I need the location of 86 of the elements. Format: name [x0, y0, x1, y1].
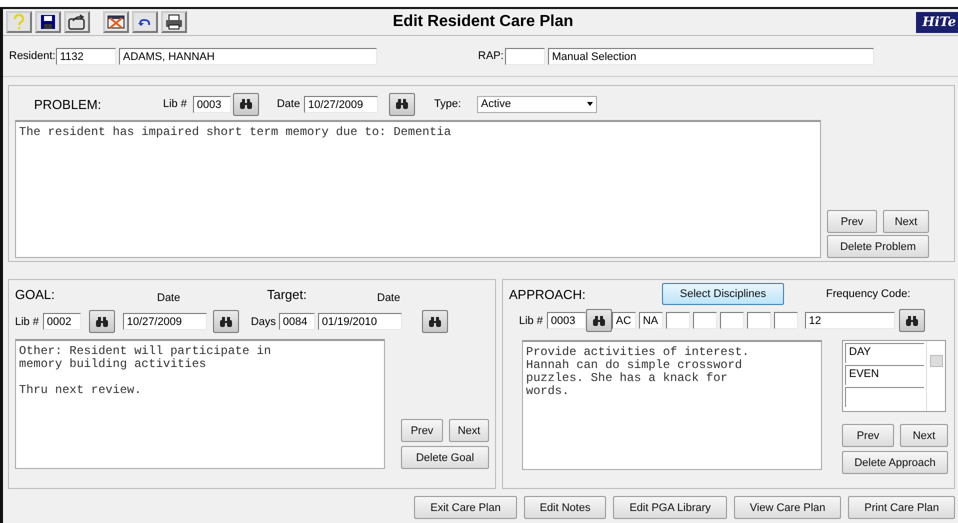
date-field[interactable]: 10/27/2009: [304, 96, 378, 112]
approach-text-area[interactable]: Provide activities of interest. Hannah can do simple crossword puzzles. She has a knack for words.: [522, 340, 822, 470]
footer-button[interactable]: Edit Notes: [524, 496, 606, 519]
next-button[interactable]: Next: [449, 419, 489, 442]
scrollbar-thumb[interactable]: [930, 355, 943, 367]
binoculars-icon: [238, 99, 253, 109]
discipline-field[interactable]: [774, 312, 798, 329]
undo-icon: [138, 17, 152, 27]
type-dropdown[interactable]: Active: [477, 96, 598, 112]
next-button[interactable]: Next: [900, 424, 948, 447]
select-disciplines-button[interactable]: Select Disciplines: [662, 283, 784, 305]
discipline-field[interactable]: [666, 312, 690, 329]
save-icon: [41, 15, 55, 29]
rap-selection-field[interactable]: Manual Selection: [548, 48, 874, 64]
discipline-field[interactable]: [692, 312, 717, 329]
field-label: Lib #: [519, 314, 543, 326]
frequency-item[interactable]: EVEN: [845, 365, 924, 385]
binoculars-button[interactable]: [389, 92, 416, 116]
help-icon: [12, 14, 26, 30]
binoculars-icon: [94, 316, 109, 326]
field-label: Frequency Code:: [826, 288, 910, 300]
binoculars-icon: [592, 316, 606, 326]
field-label: Lib #: [15, 316, 39, 328]
rap-code-field[interactable]: [505, 48, 545, 64]
delete-approach-button[interactable]: Delete Approach: [842, 451, 948, 474]
binoculars-button[interactable]: [422, 310, 448, 333]
print-button[interactable]: [161, 11, 187, 33]
footer-button[interactable]: View Care Plan: [734, 496, 842, 519]
binoculars-button[interactable]: [586, 309, 612, 332]
target-days-field[interactable]: 0084: [278, 313, 315, 330]
binoculars-button[interactable]: [898, 309, 925, 332]
field-label: Lib #: [163, 98, 187, 110]
footer-button[interactable]: Edit PGA Library: [613, 496, 727, 519]
binoculars-icon: [428, 316, 442, 326]
footer-button[interactable]: Exit Care Plan: [414, 496, 517, 519]
clear-button[interactable]: [103, 11, 129, 33]
company-logo: HiTe: [916, 12, 958, 32]
exit-icon: [68, 14, 86, 30]
binoculars-button[interactable]: [232, 92, 259, 116]
discipline-field[interactable]: [720, 312, 744, 329]
field-label: RAP:: [478, 50, 505, 62]
column-heading: Date: [377, 291, 400, 304]
library-number-field[interactable]: 0003: [546, 312, 586, 329]
problem-text-area[interactable]: The resident has impaired short term memory due to: Dementia: [15, 120, 821, 258]
next-button[interactable]: Next: [883, 210, 929, 233]
prev-button[interactable]: Prev: [842, 424, 894, 447]
field-label: Date: [276, 98, 300, 110]
column-heading: Date: [157, 291, 182, 304]
field-label: Type:: [434, 98, 462, 110]
section-heading: GOAL:: [15, 286, 56, 302]
library-number-field[interactable]: 0002: [42, 313, 81, 330]
frequency-item[interactable]: DAY: [845, 343, 924, 363]
discipline-field[interactable]: NA: [638, 312, 663, 329]
target-date-field[interactable]: 01/19/2010: [318, 313, 402, 330]
window-title: Edit Resident Care Plan: [392, 13, 574, 31]
save-button[interactable]: [35, 11, 61, 33]
footer-button[interactable]: Print Care Plan: [848, 496, 955, 519]
printer-icon: [165, 14, 183, 30]
undo-button[interactable]: [132, 11, 158, 33]
section-heading: APPROACH:: [509, 286, 587, 302]
dropdown-arrow-icon: [587, 102, 594, 106]
resident-id-field[interactable]: 1132: [56, 48, 116, 64]
binoculars-button[interactable]: [88, 310, 115, 333]
goal-text-area[interactable]: Other: Resident will participate in memory building activities Thru next review.: [15, 339, 385, 469]
delete-goal-button[interactable]: Delete Goal: [401, 446, 489, 469]
field-label: Days: [250, 316, 276, 328]
prev-button[interactable]: Prev: [401, 419, 443, 442]
frequency-item[interactable]: [845, 387, 924, 407]
binoculars-icon: [904, 316, 919, 326]
frequency-list[interactable]: DAY EVEN: [842, 340, 946, 412]
library-number-field[interactable]: 0003: [192, 96, 231, 112]
section-heading: Target:: [267, 286, 308, 302]
discipline-field[interactable]: [746, 312, 771, 329]
exit-button[interactable]: [64, 11, 90, 33]
binoculars-icon: [218, 316, 233, 326]
binoculars-button[interactable]: [212, 310, 239, 333]
binoculars-icon: [395, 99, 410, 109]
date-field[interactable]: 10/27/2009: [122, 313, 207, 330]
section-heading: PROBLEM:: [33, 96, 102, 112]
field-label: Resident:: [9, 50, 56, 62]
resident-name-field[interactable]: ADAMS, HANNAH: [119, 48, 377, 64]
clear-icon: [107, 15, 125, 29]
frequency-code-field[interactable]: 12: [804, 312, 895, 329]
delete-problem-button[interactable]: Delete Problem: [827, 235, 929, 258]
prev-button[interactable]: Prev: [827, 210, 877, 233]
discipline-field[interactable]: AC: [612, 312, 636, 329]
